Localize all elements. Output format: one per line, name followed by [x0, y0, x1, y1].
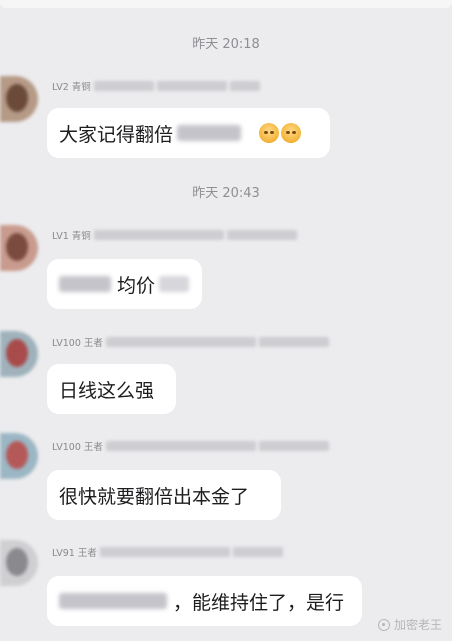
blurred-nickname-extra	[226, 230, 297, 240]
message-text: 日线这么强	[59, 379, 155, 402]
avatar[interactable]	[0, 225, 38, 271]
level-badge: LV100 王者	[52, 442, 103, 453]
redacted-text	[59, 593, 167, 609]
blurred-nickname	[105, 337, 256, 347]
timestamp-divider: 昨天 20:18	[192, 37, 260, 52]
avatar[interactable]	[0, 540, 38, 586]
blurred-nickname	[99, 547, 230, 557]
redacted-text	[159, 276, 190, 292]
sweat-smile-emoji	[259, 123, 280, 143]
message-text: 很快就要翻倍出本金了	[59, 485, 250, 508]
sender-info: LV91 王者	[52, 544, 283, 560]
crying-emoji	[281, 123, 302, 143]
sender-info: LV2 青铜	[52, 78, 260, 94]
message-text: 均价	[117, 274, 156, 297]
platform-logo-icon	[377, 618, 390, 631]
level-badge: LV1 青铜	[52, 231, 91, 242]
avatar[interactable]	[0, 331, 38, 377]
watermark-text: 加密老王	[393, 618, 442, 632]
blurred-nickname	[93, 230, 224, 240]
sender-info: LV100 王者	[52, 334, 329, 350]
blurred-nickname-extra	[156, 81, 227, 91]
blurred-nickname-extra	[258, 441, 329, 451]
blurred-nickname	[105, 441, 256, 451]
avatar[interactable]	[0, 76, 38, 122]
level-badge: LV2 青铜	[52, 82, 91, 93]
level-badge: LV91 王者	[52, 548, 97, 559]
message-text: 大家记得翻倍	[59, 123, 174, 146]
message-bubble[interactable]: 均价	[47, 259, 202, 309]
sender-info: LV100 王者	[52, 438, 329, 454]
previous-message-card-edge	[0, 0, 452, 8]
level-badge: LV100 王者	[52, 338, 103, 349]
message-bubble[interactable]: ，能维持住了，是行	[47, 576, 362, 626]
blurred-nickname-extra	[258, 337, 329, 347]
message-bubble[interactable]: 大家记得翻倍	[47, 108, 330, 158]
message-bubble[interactable]: 很快就要翻倍出本金了	[47, 470, 281, 520]
watermark: 加密老王	[377, 616, 442, 633]
timestamp-divider: 昨天 20:43	[192, 186, 260, 201]
redacted-text	[177, 125, 242, 141]
sender-info: LV1 青铜	[52, 227, 297, 243]
blurred-nickname-extra	[232, 547, 283, 557]
message-bubble[interactable]: 日线这么强	[47, 364, 176, 414]
redacted-text	[59, 276, 111, 292]
avatar[interactable]	[0, 433, 38, 479]
blurred-nickname	[93, 81, 154, 91]
message-text: ，能维持住了，是行	[173, 591, 345, 614]
blurred-nickname-extra	[229, 81, 260, 91]
